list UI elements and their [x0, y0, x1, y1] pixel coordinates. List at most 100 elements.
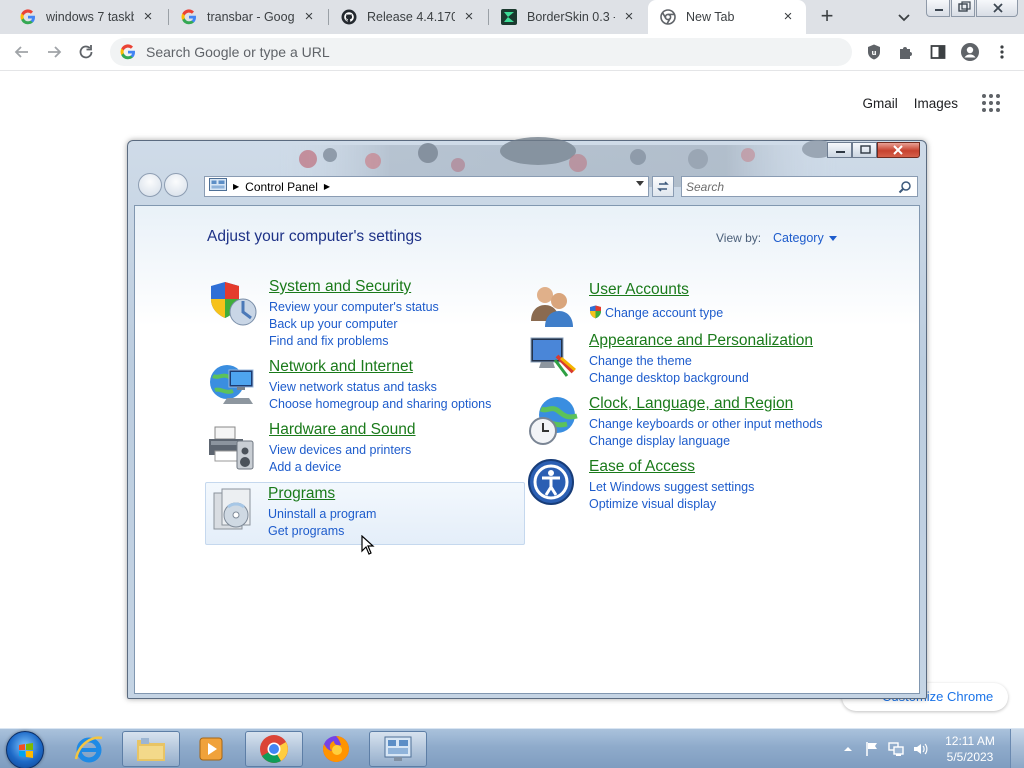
gmail-link[interactable]: Gmail: [862, 96, 897, 111]
tab-new-tab[interactable]: New Tab ×: [648, 0, 806, 34]
category-title[interactable]: Programs: [268, 485, 335, 503]
category-link[interactable]: Change display language: [589, 433, 822, 450]
category-title[interactable]: Ease of Access: [589, 458, 695, 476]
tab-borderskin[interactable]: BorderSkin 0.3 - A ×: [489, 0, 647, 34]
cp-search-input[interactable]: [686, 179, 891, 194]
back-nav-button[interactable]: [138, 173, 162, 197]
volume-speaker-icon[interactable]: [912, 741, 928, 757]
start-button[interactable]: [6, 731, 44, 768]
new-tab-button[interactable]: +: [815, 5, 839, 29]
category-link[interactable]: Uninstall a program: [268, 506, 376, 523]
programs-disc-icon[interactable]: [208, 485, 260, 537]
tab-title: BorderSkin 0.3 - A: [527, 10, 615, 24]
uac-shield-icon: [589, 305, 602, 319]
back-arrow-icon[interactable]: [12, 42, 32, 62]
address-dropdown-icon[interactable]: [636, 181, 644, 186]
side-panel-icon[interactable]: [928, 42, 948, 62]
windows-logo-icon: [19, 743, 33, 758]
reload-icon[interactable]: [76, 42, 96, 62]
google-apps-grid-icon[interactable]: [982, 94, 1000, 112]
clock-globe-icon[interactable]: [527, 395, 579, 447]
category-link[interactable]: Add a device: [269, 459, 411, 476]
chrome-icon[interactable]: [245, 731, 303, 767]
close-icon[interactable]: ×: [621, 9, 637, 25]
category-link[interactable]: Back up your computer: [269, 316, 439, 333]
network-icon[interactable]: [888, 741, 904, 757]
images-link[interactable]: Images: [914, 96, 958, 111]
tab-search-chevron-icon[interactable]: [895, 8, 913, 26]
system-clock[interactable]: 12:11 AM 5/5/2023: [934, 733, 1006, 765]
menu-kebab-icon[interactable]: [992, 42, 1012, 62]
view-by-dropdown[interactable]: Category: [773, 231, 837, 245]
extensions-puzzle-icon[interactable]: [896, 42, 916, 62]
action-center-flag-icon[interactable]: [864, 741, 880, 757]
category-link[interactable]: Change account type: [589, 305, 723, 322]
category-title[interactable]: Network and Internet: [269, 358, 413, 376]
shield-icon[interactable]: [207, 278, 259, 330]
category-link[interactable]: Choose homegroup and sharing options: [269, 396, 491, 413]
close-icon[interactable]: ×: [140, 9, 156, 25]
ntp-header-links: Gmail Images: [846, 94, 1000, 112]
search-icon[interactable]: [898, 180, 912, 194]
category-link[interactable]: Let Windows suggest settings: [589, 479, 754, 496]
tab-release[interactable]: Release 4.4.170 · C ×: [329, 0, 487, 34]
breadcrumb-arrow-icon[interactable]: ▶: [324, 182, 330, 191]
refresh-button[interactable]: [652, 176, 674, 197]
category-link[interactable]: Review your computer's status: [269, 299, 439, 316]
close-icon[interactable]: ×: [780, 9, 796, 25]
cp-minimize-button[interactable]: [827, 142, 852, 158]
category-title[interactable]: System and Security: [269, 278, 411, 296]
close-icon[interactable]: ×: [461, 9, 477, 25]
borderskin-icon: [501, 9, 517, 25]
control-panel-icon[interactable]: [369, 731, 427, 767]
browser-toolbar: u: [0, 34, 1024, 71]
tab-strip: windows 7 taskbar × transbar - Google × …: [0, 0, 1024, 34]
cp-close-button[interactable]: [877, 142, 920, 158]
close-icon[interactable]: ×: [301, 9, 317, 25]
category-user-accounts: User Accounts Change account type: [527, 281, 847, 337]
monitor-paint-icon[interactable]: [527, 332, 579, 384]
category-hardware-and-sound: Hardware and Sound View devices and prin…: [207, 421, 527, 477]
internet-explorer-icon[interactable]: [60, 731, 118, 767]
category-links: Review your computer's status Back up yo…: [269, 299, 439, 350]
category-title[interactable]: User Accounts: [589, 281, 689, 299]
firefox-icon[interactable]: [307, 731, 365, 767]
breadcrumb-arrow-icon[interactable]: ▶: [233, 182, 239, 191]
category-link[interactable]: Change keyboards or other input methods: [589, 416, 822, 433]
control-panel-window: ▶ Control Panel ▶ Adjust your computer's…: [127, 137, 927, 699]
show-desktop-button[interactable]: [1010, 729, 1024, 768]
address-input[interactable]: [146, 44, 746, 60]
category-title[interactable]: Hardware and Sound: [269, 421, 416, 439]
ublock-shield-icon[interactable]: u: [864, 42, 884, 62]
category-title[interactable]: Appearance and Personalization: [589, 332, 813, 350]
cp-address-bar[interactable]: ▶ Control Panel ▶: [204, 176, 649, 197]
media-player-icon[interactable]: [182, 731, 240, 767]
category-link[interactable]: Change desktop background: [589, 370, 749, 387]
file-explorer-icon[interactable]: [122, 731, 180, 767]
category-link[interactable]: View network status and tasks: [269, 379, 491, 396]
forward-arrow-icon[interactable]: [44, 42, 64, 62]
printer-speaker-icon[interactable]: [207, 421, 259, 473]
tab-title: Release 4.4.170 · C: [367, 10, 455, 24]
category-link[interactable]: Optimize visual display: [589, 496, 754, 513]
dropdown-caret-icon: [828, 235, 837, 241]
category-link[interactable]: View devices and printers: [269, 442, 411, 459]
category-link[interactable]: Change the theme: [589, 353, 749, 370]
minimize-button[interactable]: [926, 0, 950, 17]
profile-avatar-icon[interactable]: [960, 42, 980, 62]
omnibox[interactable]: [110, 38, 852, 66]
cp-maximize-button[interactable]: [852, 142, 877, 158]
forward-nav-button[interactable]: [164, 173, 188, 197]
tab-windows-7-taskbar[interactable]: windows 7 taskbar ×: [8, 0, 166, 34]
category-link[interactable]: Find and fix problems: [269, 333, 439, 350]
maximize-button[interactable]: [951, 0, 975, 17]
users-icon[interactable]: [527, 281, 579, 333]
category-title[interactable]: Clock, Language, and Region: [589, 395, 793, 413]
show-hidden-icons-chevron-icon[interactable]: [840, 741, 856, 757]
ease-of-access-icon[interactable]: [527, 458, 579, 510]
breadcrumb[interactable]: Control Panel: [245, 180, 318, 194]
cp-search-box[interactable]: [681, 176, 918, 197]
tab-transbar[interactable]: transbar - Google ×: [169, 0, 327, 34]
network-globe-icon[interactable]: [207, 358, 259, 410]
close-window-button[interactable]: [976, 0, 1018, 17]
